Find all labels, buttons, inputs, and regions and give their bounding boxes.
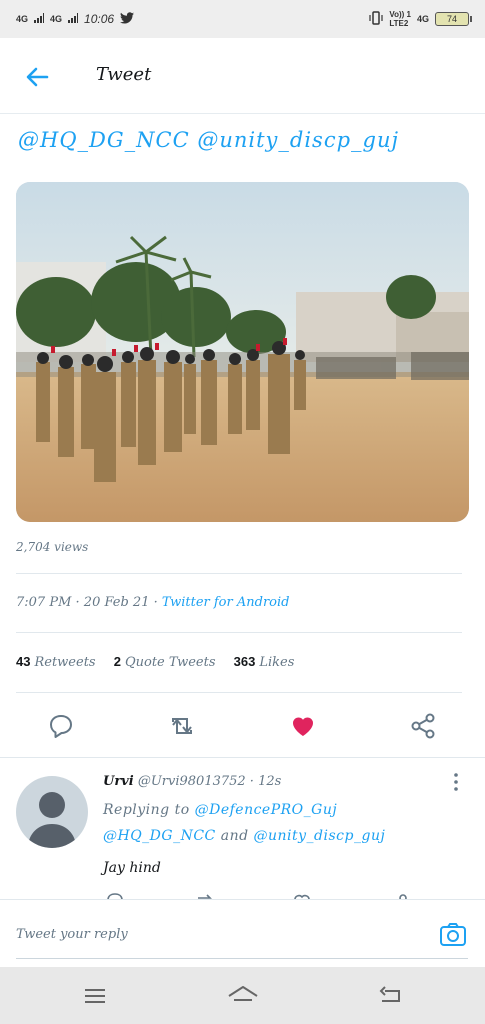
tweet-metadata: 7:07 PM · 20 Feb 21 · Twitter for Androi… — [16, 595, 289, 610]
share-icon[interactable] — [409, 712, 437, 740]
status-bar: 4G 4G 10:06 Vo)) 1 LTE2 4G 74 — [0, 0, 485, 38]
camera-icon[interactable] — [438, 920, 468, 950]
replying-to-line: Replying to @DefencePRO_Guj — [103, 802, 337, 818]
menu-icon[interactable] — [82, 983, 108, 1009]
composer-underline — [16, 958, 468, 959]
retweets-stat[interactable]: 43 Retweets — [16, 654, 110, 670]
avatar[interactable] — [16, 776, 88, 848]
meta-separator: · — [71, 595, 84, 610]
tweet-text-mentions[interactable]: @HQ_DG_NCC @unity_discp_guj — [18, 128, 399, 152]
back-nav-icon[interactable] — [377, 983, 403, 1009]
top-app-bar: Tweet — [0, 38, 485, 114]
reply-icon[interactable] — [47, 712, 75, 740]
tweet-video[interactable] — [16, 182, 469, 522]
home-icon[interactable] — [227, 983, 259, 1009]
mention-link[interactable]: @HQ_DG_NCC — [103, 828, 216, 844]
network-indicator-2: 4G — [50, 13, 63, 24]
quote-label: Quote Tweets — [124, 655, 216, 670]
tweet-date: 20 Feb 21 — [83, 595, 150, 610]
reply-author-name[interactable]: Urvi — [103, 774, 134, 789]
lte-indicator: Vo)) 1 LTE2 — [389, 10, 411, 28]
vibrate-icon — [369, 10, 383, 28]
reply-author-handle[interactable]: @Urvi98013752 — [138, 774, 246, 789]
mention-link[interactable]: @DefencePRO_Guj — [195, 802, 338, 818]
status-bar-right: Vo)) 1 LTE2 4G 74 — [369, 10, 472, 28]
retweets-count: 43 — [16, 654, 31, 669]
replying-prefix: Replying to — [103, 802, 190, 818]
reply-tweet[interactable]: Urvi @Urvi98013752 · 12s Replying to @De… — [0, 757, 485, 899]
page-title: Tweet — [96, 64, 152, 85]
engagement-stats: 43 Retweets 2 Quote Tweets 363 Likes — [16, 654, 294, 670]
signal-icon-2 — [68, 12, 79, 26]
twitter-bird-icon — [120, 11, 135, 27]
reply-composer — [0, 899, 485, 967]
reply-text: Jay hind — [103, 860, 161, 876]
like-icon[interactable] — [289, 712, 317, 740]
likes-stat[interactable]: 363 Likes — [233, 654, 295, 670]
signal-icon-1 — [34, 12, 45, 26]
status-bar-left: 4G 4G 10:06 — [16, 11, 135, 27]
more-options-icon[interactable] — [448, 770, 464, 794]
network-indicator-3: 4G — [416, 13, 429, 24]
status-time: 10:06 — [84, 12, 115, 26]
parade-scene-image — [16, 182, 469, 522]
tweet-source-link[interactable]: Twitter for Android — [162, 595, 290, 610]
meta-separator: · — [149, 595, 162, 610]
likes-label: Likes — [259, 655, 295, 670]
battery-level: 74 — [446, 14, 457, 24]
divider — [16, 692, 462, 693]
network-indicator-1: 4G — [16, 13, 29, 24]
mention-link[interactable]: @unity_discp_guj — [254, 828, 386, 844]
and-word: and — [220, 828, 249, 844]
view-count: 2,704 views — [16, 540, 89, 554]
quote-count: 2 — [113, 654, 121, 669]
likes-count: 363 — [233, 654, 256, 669]
system-navigation-bar — [0, 967, 485, 1024]
reply-time: 12s — [258, 774, 282, 789]
divider — [16, 632, 462, 633]
retweets-label: Retweets — [34, 655, 96, 670]
battery-icon: 74 — [435, 12, 472, 26]
back-arrow-icon[interactable] — [22, 62, 52, 92]
reply-actions-peek — [103, 890, 443, 899]
quote-tweets-stat[interactable]: 2 Quote Tweets — [113, 654, 230, 670]
retweet-icon[interactable] — [167, 712, 195, 740]
replying-to-line-2: @HQ_DG_NCC and @unity_discp_guj — [103, 828, 385, 844]
default-avatar-icon — [28, 792, 76, 848]
tweet-actions-bar — [0, 700, 485, 756]
divider — [16, 573, 462, 574]
reply-header: Urvi @Urvi98013752 · 12s — [103, 774, 281, 789]
reply-dot: · — [245, 774, 259, 789]
tweet-time: 7:07 PM — [16, 595, 72, 610]
reply-input[interactable] — [16, 914, 416, 954]
